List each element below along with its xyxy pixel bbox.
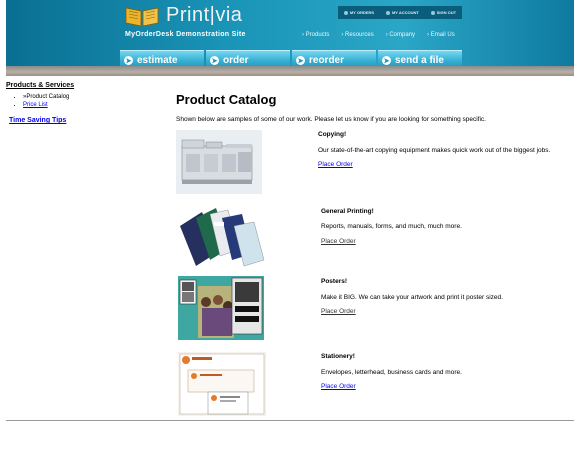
page-title: Product Catalog [176,92,277,107]
footer-divider [6,420,574,421]
stationery-image [178,352,266,416]
product-description: Our state-of-the-art copying equipment m… [318,147,551,154]
top-nav-links: › Products › Resources › Company › Email… [302,32,455,38]
book-logo-icon [125,7,159,27]
place-order-general-printing-link[interactable]: Place Order [321,238,356,245]
bullet-icon [343,10,348,15]
logo-wordmark[interactable]: Print|via [166,4,242,27]
arrow-right-icon: ➤ [296,56,305,65]
product-name: General Printing! [321,208,374,215]
product-description: Make it BIG. We can take your artwork an… [321,294,503,301]
arrow-right-icon: ➤ [210,56,219,65]
arrow-right-icon: ➤ [382,56,391,65]
email-us-link[interactable]: › Email Us [427,32,455,38]
my-account-link[interactable]: MY ACCOUNT [385,10,419,15]
sidebar-list: »Product Catalog Price List [6,94,156,108]
printed-materials-image [176,204,266,268]
my-orders-link[interactable]: MY ORDERS [343,10,374,15]
sign-out-link[interactable]: SIGN OUT [430,10,456,15]
place-order-copying-link[interactable]: Place Order [318,161,353,168]
product-name: Copying! [318,131,347,138]
product-name: Stationery! [321,353,355,360]
price-list-link[interactable]: Price List [23,102,48,108]
product-description: Reports, manuals, forms, and much, much … [321,223,462,230]
company-link[interactable]: › Company [386,32,415,38]
resources-link[interactable]: › Resources [341,32,373,38]
header-divider-band [6,66,574,76]
posters-image [178,276,264,340]
bullet-icon [385,10,390,15]
bullet-icon [430,10,435,15]
intro-text: Shown below are samples of some of our w… [176,116,486,123]
sidebar-item-product-catalog[interactable]: »Product Catalog [23,94,156,100]
time-saving-tips-link[interactable]: Time Saving Tips [6,117,156,124]
site-tagline: MyOrderDesk Demonstration Site [125,31,246,38]
account-bar: MY ORDERS MY ACCOUNT SIGN OUT [338,6,462,19]
place-order-posters-link[interactable]: Place Order [321,308,356,315]
place-order-stationery-link[interactable]: Place Order [321,383,356,390]
product-name: Posters! [321,278,348,285]
sidebar-section-title[interactable]: Products & Services [6,82,156,89]
copier-image [176,130,262,194]
product-description: Envelopes, letterhead, business cards an… [321,369,462,376]
arrow-right-icon: ➤ [124,56,133,65]
sidebar: Products & Services »Product Catalog Pri… [6,82,156,124]
sidebar-item-price-list: Price List [23,102,156,108]
site-header: Print|via MyOrderDesk Demonstration Site… [6,0,574,76]
products-link[interactable]: › Products [302,32,329,38]
